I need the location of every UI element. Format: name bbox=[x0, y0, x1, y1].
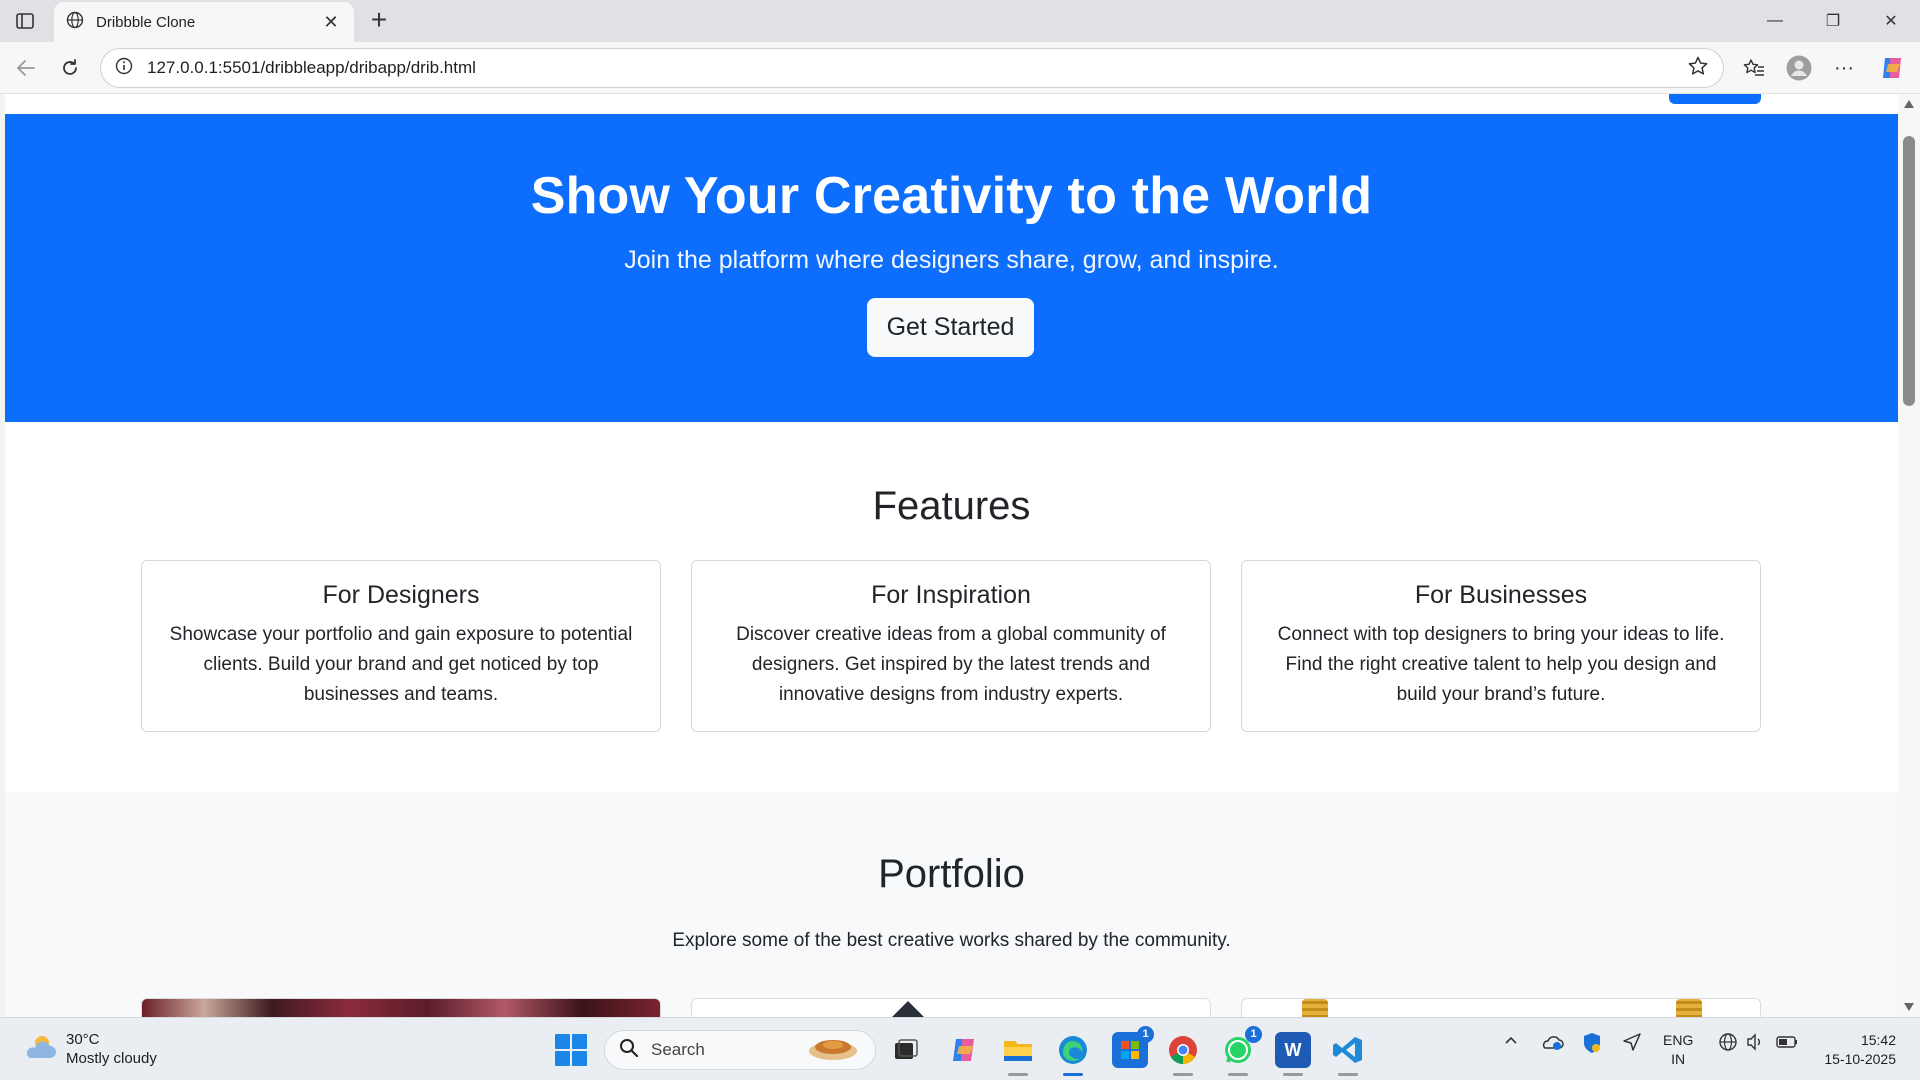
feature-card-text: Discover creative ideas from a global co… bbox=[736, 624, 1166, 705]
task-view-icon[interactable] bbox=[888, 1032, 924, 1068]
refresh-icon[interactable] bbox=[56, 54, 84, 82]
search-label: Search bbox=[651, 1040, 705, 1059]
network-globe-icon[interactable] bbox=[1718, 1032, 1738, 1055]
edge-browser-icon[interactable] bbox=[1055, 1032, 1091, 1076]
cloud-sun-icon bbox=[22, 1032, 56, 1067]
clock-date: 15-10-2025 bbox=[1824, 1051, 1896, 1067]
portfolio-section: Portfolio Explore some of the best creat… bbox=[5, 792, 1898, 1017]
start-windows-icon[interactable] bbox=[555, 1034, 587, 1066]
favorites-icon[interactable] bbox=[1740, 54, 1768, 82]
copilot-icon[interactable] bbox=[1878, 54, 1906, 82]
feature-card-businesses: For Businesses Connect with top designer… bbox=[1241, 560, 1761, 732]
battery-icon[interactable] bbox=[1775, 1032, 1799, 1055]
word-letter: W bbox=[1284, 1039, 1302, 1060]
features-section: Features For Designers Showcase your por… bbox=[5, 422, 1898, 792]
minimize-button[interactable]: — bbox=[1746, 0, 1804, 42]
weather-temp: 30°C bbox=[66, 1031, 100, 1048]
tab-title: Dribbble Clone bbox=[96, 13, 196, 31]
store-badge: 1 bbox=[1137, 1026, 1154, 1043]
new-tab-button[interactable]: + bbox=[362, 4, 396, 38]
whatsapp-badge: 1 bbox=[1245, 1026, 1262, 1043]
house-roof-image bbox=[882, 1001, 934, 1017]
favorite-star-icon[interactable] bbox=[1687, 55, 1709, 82]
volume-icon[interactable] bbox=[1745, 1032, 1765, 1055]
portfolio-thumbnail[interactable] bbox=[691, 998, 1211, 1017]
weather-widget[interactable]: 30°C Mostly cloudy bbox=[22, 1030, 157, 1068]
copilot-app-icon[interactable] bbox=[946, 1032, 982, 1068]
back-icon[interactable] bbox=[12, 54, 40, 82]
feature-card-text: Showcase your portfolio and gain exposur… bbox=[169, 624, 633, 705]
feature-card-inspiration: For Inspiration Discover creative ideas … bbox=[691, 560, 1211, 732]
hero-title: Show Your Creativity to the World bbox=[530, 167, 1373, 225]
lang-top: ENG bbox=[1663, 1032, 1694, 1048]
decor-image bbox=[1676, 999, 1702, 1017]
security-shield-icon[interactable] bbox=[1582, 1032, 1602, 1057]
taskbar-search[interactable]: Search bbox=[604, 1030, 876, 1070]
feature-card-title: For Inspiration bbox=[871, 581, 1031, 609]
browser-toolbar: 127.0.0.1:5501/dribbleapp/dribapp/drib.h… bbox=[0, 42, 1920, 94]
url-text[interactable]: 127.0.0.1:5501/dribbleapp/dribapp/drib.h… bbox=[147, 58, 1687, 78]
window-controls: — ❐ ✕ bbox=[1746, 0, 1920, 42]
features-title: Features bbox=[872, 484, 1031, 528]
browser-tab[interactable]: Dribbble Clone ✕ bbox=[54, 2, 354, 42]
system-clock[interactable]: 15:42 15-10-2025 bbox=[1808, 1031, 1896, 1069]
clock-time: 15:42 bbox=[1860, 1032, 1896, 1048]
hero-section: Show Your Creativity to the World Join t… bbox=[5, 114, 1898, 422]
tab-bar: Dribbble Clone ✕ + — ❐ ✕ bbox=[0, 0, 1920, 42]
weather-desc: Mostly cloudy bbox=[66, 1050, 157, 1067]
site-info-icon[interactable] bbox=[115, 57, 133, 80]
get-started-button[interactable]: Get Started bbox=[867, 298, 1034, 357]
tab-close-icon[interactable]: ✕ bbox=[320, 12, 342, 33]
page-scrollbar[interactable] bbox=[1898, 94, 1920, 1017]
more-options-icon[interactable]: ··· bbox=[1830, 54, 1858, 82]
restore-button[interactable]: ❐ bbox=[1804, 0, 1862, 42]
profile-avatar-icon[interactable] bbox=[1785, 54, 1813, 82]
search-icon bbox=[619, 1038, 639, 1063]
file-explorer-icon[interactable] bbox=[1000, 1032, 1036, 1076]
close-window-button[interactable]: ✕ bbox=[1862, 0, 1920, 42]
navbar-button-peek[interactable] bbox=[1669, 94, 1761, 104]
scroll-up-icon[interactable] bbox=[1904, 100, 1914, 108]
address-bar[interactable]: 127.0.0.1:5501/dribbleapp/dribapp/drib.h… bbox=[100, 48, 1724, 88]
chrome-icon[interactable] bbox=[1165, 1032, 1201, 1076]
decor-image bbox=[1302, 999, 1328, 1017]
search-highlight-icon bbox=[805, 1033, 861, 1068]
feature-card-designers: For Designers Showcase your portfolio an… bbox=[141, 560, 661, 732]
vscode-icon[interactable] bbox=[1330, 1032, 1366, 1076]
microsoft-store-icon[interactable]: 1 bbox=[1112, 1026, 1154, 1068]
scroll-thumb[interactable] bbox=[1903, 136, 1915, 406]
feature-card-title: For Businesses bbox=[1414, 581, 1588, 609]
word-icon[interactable]: W bbox=[1275, 1032, 1311, 1076]
onedrive-icon[interactable] bbox=[1540, 1032, 1564, 1055]
feature-card-title: For Designers bbox=[322, 581, 480, 609]
chevron-up-icon[interactable] bbox=[1503, 1032, 1519, 1051]
lang-bottom: IN bbox=[1671, 1051, 1686, 1067]
whatsapp-icon[interactable]: 1 bbox=[1220, 1026, 1262, 1076]
portfolio-title: Portfolio bbox=[878, 852, 1025, 896]
tab-actions-icon[interactable] bbox=[10, 8, 40, 34]
globe-icon bbox=[66, 11, 84, 34]
location-arrow-icon[interactable] bbox=[1622, 1032, 1642, 1055]
portfolio-subtitle: Explore some of the best creative works … bbox=[672, 930, 1231, 951]
hero-subtitle: Join the platform where designers share,… bbox=[624, 246, 1279, 274]
language-indicator[interactable]: ENG IN bbox=[1663, 1031, 1693, 1069]
portfolio-thumbnail[interactable] bbox=[141, 998, 661, 1017]
feature-card-text: Connect with top designers to bring your… bbox=[1277, 624, 1725, 705]
scroll-down-icon[interactable] bbox=[1904, 1003, 1914, 1011]
portfolio-thumbnail[interactable] bbox=[1241, 998, 1761, 1017]
page-viewport: Show Your Creativity to the World Join t… bbox=[5, 94, 1898, 1017]
windows-taskbar: 30°C Mostly cloudy Search 1 1 W ENG IN 1… bbox=[0, 1017, 1920, 1080]
